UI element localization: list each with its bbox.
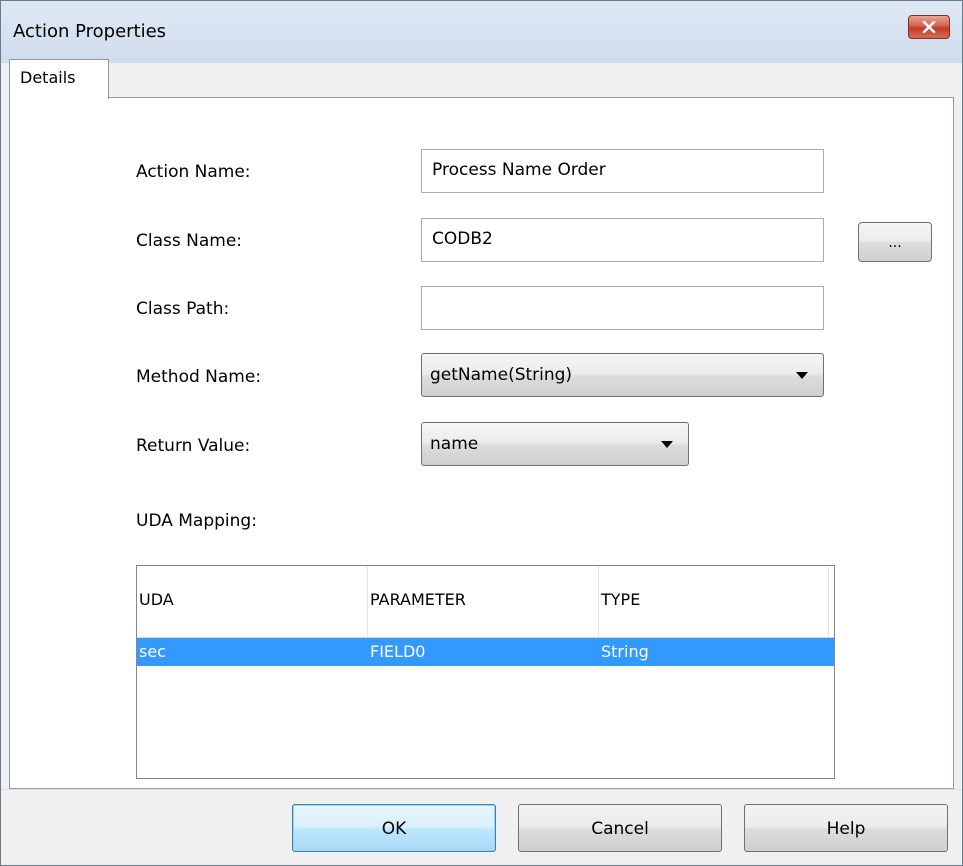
- table-header: UDA PARAMETER TYPE: [137, 566, 834, 638]
- column-header-parameter[interactable]: PARAMETER: [368, 566, 599, 638]
- ok-button[interactable]: OK: [292, 804, 496, 852]
- action-properties-dialog: Action Properties Details Action Name: P…: [0, 0, 963, 866]
- close-icon: [922, 21, 936, 33]
- window-title: Action Properties: [13, 21, 167, 42]
- tab-details[interactable]: Details: [9, 59, 109, 99]
- class-name-label: Class Name:: [136, 231, 243, 251]
- action-name-label: Action Name:: [136, 162, 251, 182]
- table-row[interactable]: sec FIELD0 String: [137, 638, 834, 666]
- return-value-dropdown[interactable]: name: [421, 422, 689, 466]
- method-name-dropdown[interactable]: getName(String): [421, 353, 824, 397]
- cancel-button[interactable]: Cancel: [518, 804, 722, 852]
- title-bar[interactable]: Action Properties: [1, 1, 962, 63]
- uda-mapping-label: UDA Mapping:: [136, 511, 257, 531]
- class-path-label: Class Path:: [136, 299, 230, 319]
- help-button[interactable]: Help: [744, 804, 948, 852]
- class-path-input[interactable]: [421, 286, 824, 330]
- action-name-input[interactable]: Process Name Order: [421, 149, 824, 193]
- chevron-down-icon: [796, 372, 808, 379]
- cell-parameter: FIELD0: [370, 642, 426, 661]
- method-name-label: Method Name:: [136, 367, 262, 387]
- column-header-uda[interactable]: UDA: [137, 566, 368, 638]
- uda-mapping-table[interactable]: UDA PARAMETER TYPE sec FIELD0 String: [136, 565, 835, 779]
- footer-divider: [1, 789, 962, 790]
- return-value-value: name: [430, 434, 479, 454]
- method-name-value: getName(String): [430, 365, 573, 385]
- class-name-input[interactable]: CODB2: [421, 218, 824, 262]
- cell-type: String: [601, 642, 649, 661]
- cell-uda: sec: [139, 642, 166, 661]
- column-header-type[interactable]: TYPE: [599, 566, 829, 638]
- browse-class-button[interactable]: ...: [858, 222, 932, 262]
- close-button[interactable]: [908, 15, 950, 39]
- return-value-label: Return Value:: [136, 436, 251, 456]
- chevron-down-icon: [661, 441, 673, 448]
